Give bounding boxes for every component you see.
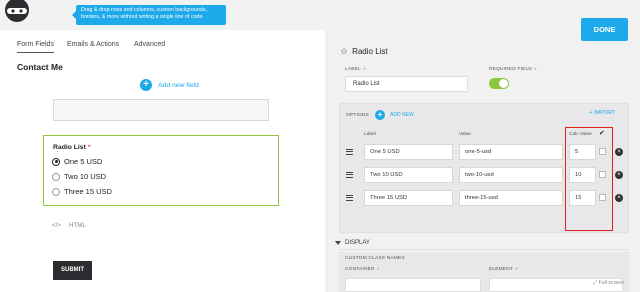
radio-option[interactable]: One 5 USD xyxy=(52,157,102,166)
field-settings-panel: DONE ☆ Radio List LABEL ● Radio List REQU… xyxy=(325,18,640,292)
container-class-input[interactable] xyxy=(345,278,481,292)
required-toggle[interactable] xyxy=(489,78,509,89)
radio-button[interactable] xyxy=(52,187,60,196)
custom-class-section: CUSTOM CLASS NAMES CONTAINER ● ELEMENT ● xyxy=(339,252,629,292)
fullscreen-toggle[interactable]: ⤢ Full screen xyxy=(593,280,624,287)
star-icon: ☆ xyxy=(340,46,349,56)
display-section-toggle[interactable]: DISPLAY xyxy=(335,240,370,246)
code-icon: </> xyxy=(52,222,61,229)
ninja-logo-icon xyxy=(5,0,29,22)
container-caption: CONTAINER ● xyxy=(345,267,380,272)
col-header-value: Value xyxy=(459,132,471,137)
plus-circle-icon: + xyxy=(140,79,152,91)
html-field[interactable]: </> HTML xyxy=(52,222,86,229)
radio-option[interactable]: Three 15 USD xyxy=(52,187,112,196)
option-value-input[interactable]: two-10-usd xyxy=(459,167,563,183)
divider xyxy=(339,249,629,250)
options-caption: OPTIONS xyxy=(346,113,369,118)
calc-value-highlight xyxy=(565,127,613,231)
option-label-input[interactable]: Three 15 USD xyxy=(364,190,453,206)
import-arrow-icon: ⇢ xyxy=(588,110,593,116)
builder-tabs: Form Fields Emails & Actions Advanced xyxy=(0,30,325,60)
element-caption: ELEMENT ● xyxy=(489,267,519,272)
required-star: * xyxy=(87,144,91,151)
option-value-input[interactable]: one-5-usd xyxy=(459,144,563,160)
tab-advanced[interactable]: Advanced xyxy=(134,41,165,48)
close-circle-icon[interactable]: × xyxy=(615,194,623,202)
radio-button-checked[interactable] xyxy=(52,157,60,166)
drag-handle-icon[interactable] xyxy=(346,172,353,178)
add-new-field-label: Add new field xyxy=(158,81,199,89)
expand-icon: ⤢ xyxy=(593,280,598,286)
help-icon: ● xyxy=(515,267,519,272)
custom-class-caption: CUSTOM CLASS NAMES xyxy=(345,256,405,261)
options-section: OPTIONS + ADD NEW ⇢ IMPORT Label Value C… xyxy=(339,103,629,233)
option-value-input[interactable]: three-15-usd xyxy=(459,190,563,206)
option-label-input[interactable]: Two 10 USD xyxy=(364,167,453,183)
form-builder: Form Fields Emails & Actions Advanced Co… xyxy=(0,30,325,292)
radio-option[interactable]: Two 10 USD xyxy=(52,172,106,181)
import-button[interactable]: ⇢ IMPORT xyxy=(588,110,615,116)
done-button[interactable]: DONE xyxy=(581,18,628,41)
tab-form-fields[interactable]: Form Fields xyxy=(17,41,54,53)
help-icon: ● xyxy=(376,267,380,272)
close-circle-icon[interactable]: × xyxy=(615,148,623,156)
label-caption: LABEL ● xyxy=(345,67,367,72)
top-bar: Drag & drop rows and columns, custom bac… xyxy=(0,0,640,30)
required-caption: REQUIRED FIELD ● xyxy=(489,67,538,72)
panel-title: ☆ Radio List xyxy=(340,46,388,56)
plus-circle-icon: + xyxy=(375,110,385,120)
builder-tooltip: Drag & drop rows and columns, custom bac… xyxy=(72,5,226,25)
radio-list-field[interactable]: Radio List * One 5 USD Two 10 USD Three 1… xyxy=(43,135,279,206)
label-input[interactable]: Radio List xyxy=(345,76,468,92)
col-header-label: Label xyxy=(364,132,376,137)
help-icon: ● xyxy=(362,67,367,72)
tab-emails-actions[interactable]: Emails & Actions xyxy=(67,41,119,48)
field-drop-placeholder[interactable] xyxy=(53,99,269,121)
option-label-input[interactable]: One 5 USD xyxy=(364,144,453,160)
add-new-field-button[interactable]: + Add new field xyxy=(140,79,199,91)
drag-handle-icon[interactable] xyxy=(346,149,353,155)
caret-down-icon xyxy=(335,241,341,245)
radio-list-label: Radio List * xyxy=(53,144,91,151)
help-icon: ● xyxy=(534,67,538,72)
add-option-button[interactable]: + ADD NEW xyxy=(375,110,414,120)
form-title: Contact Me xyxy=(17,62,63,72)
drag-handle-icon[interactable] xyxy=(346,195,353,201)
radio-button[interactable] xyxy=(52,172,60,181)
html-field-label: HTML xyxy=(68,222,86,229)
submit-button[interactable]: SUBMIT xyxy=(53,261,92,280)
close-circle-icon[interactable]: × xyxy=(615,171,623,179)
